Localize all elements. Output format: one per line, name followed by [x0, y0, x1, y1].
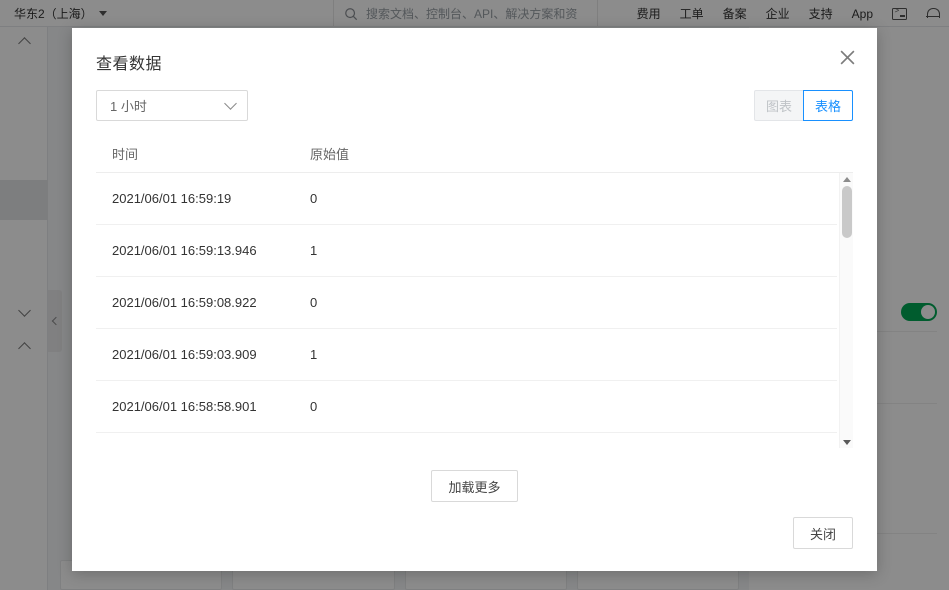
cell-raw-value: 0 [310, 191, 837, 206]
modal-title: 查看数据 [96, 50, 849, 74]
table-scrollbar[interactable] [839, 173, 853, 448]
tab-table-label: 表格 [815, 96, 841, 115]
modal-footer: 关闭 [72, 517, 877, 571]
table-header-row: 时间 原始值 [96, 135, 853, 173]
scroll-up-arrow-icon[interactable] [840, 173, 853, 185]
table-row: 2021/06/01 16:59:03.9091 [96, 329, 837, 381]
cell-raw-value: 0 [310, 295, 837, 310]
cell-time: 2021/06/01 16:59:08.922 [112, 295, 310, 310]
column-header-raw-value: 原始值 [310, 144, 853, 163]
tab-table-view[interactable]: 表格 [803, 90, 853, 121]
table-row: 2021/06/01 16:59:08.9220 [96, 277, 837, 329]
column-header-time: 时间 [112, 144, 310, 163]
close-icon[interactable] [835, 45, 859, 69]
chevron-down-icon [224, 97, 237, 110]
load-more-area: 加载更多 [96, 448, 853, 502]
time-range-select[interactable]: 1 小时 [96, 90, 248, 121]
tab-chart-view[interactable]: 图表 [754, 90, 804, 121]
table-body-viewport: 2021/06/01 16:59:1902021/06/01 16:59:13.… [96, 173, 853, 448]
scrollbar-thumb[interactable] [842, 186, 852, 238]
cell-time: 2021/06/01 16:59:13.946 [112, 243, 310, 258]
close-button[interactable]: 关闭 [793, 517, 853, 549]
table-row: 2021/06/01 16:58:58.9010 [96, 381, 837, 433]
cell-time: 2021/06/01 16:59:19 [112, 191, 310, 206]
time-range-selected-value: 1 小时 [110, 96, 147, 115]
modal-header: 查看数据 [72, 28, 877, 74]
cell-raw-value: 0 [310, 399, 837, 414]
tab-chart-label: 图表 [766, 96, 792, 115]
view-data-modal: 查看数据 1 小时 图表 表格 [72, 28, 877, 571]
modal-toolbar: 1 小时 图表 表格 [72, 74, 877, 121]
cell-raw-value: 1 [310, 243, 837, 258]
load-more-button[interactable]: 加载更多 [431, 470, 517, 502]
scroll-down-arrow-icon[interactable] [840, 436, 853, 448]
cell-time: 2021/06/01 16:58:58.901 [112, 399, 310, 414]
data-table: 时间 原始值 2021/06/01 16:59:1902021/06/01 16… [96, 135, 853, 517]
cell-time: 2021/06/01 16:59:03.909 [112, 347, 310, 362]
table-row: 2021/06/01 16:59:190 [96, 173, 837, 225]
page-root: 华东2（上海） 搜索文档、控制台、API、解决方案和资 费用 工单 备案 企业 … [0, 0, 949, 590]
table-row: 2021/06/01 16:59:13.9461 [96, 225, 837, 277]
cell-raw-value: 1 [310, 347, 837, 362]
table-row: 2021/06/01 16:58:53.8951 [96, 433, 837, 448]
view-toggle-group: 图表 表格 [754, 90, 853, 121]
table-body: 2021/06/01 16:59:1902021/06/01 16:59:13.… [96, 173, 837, 448]
